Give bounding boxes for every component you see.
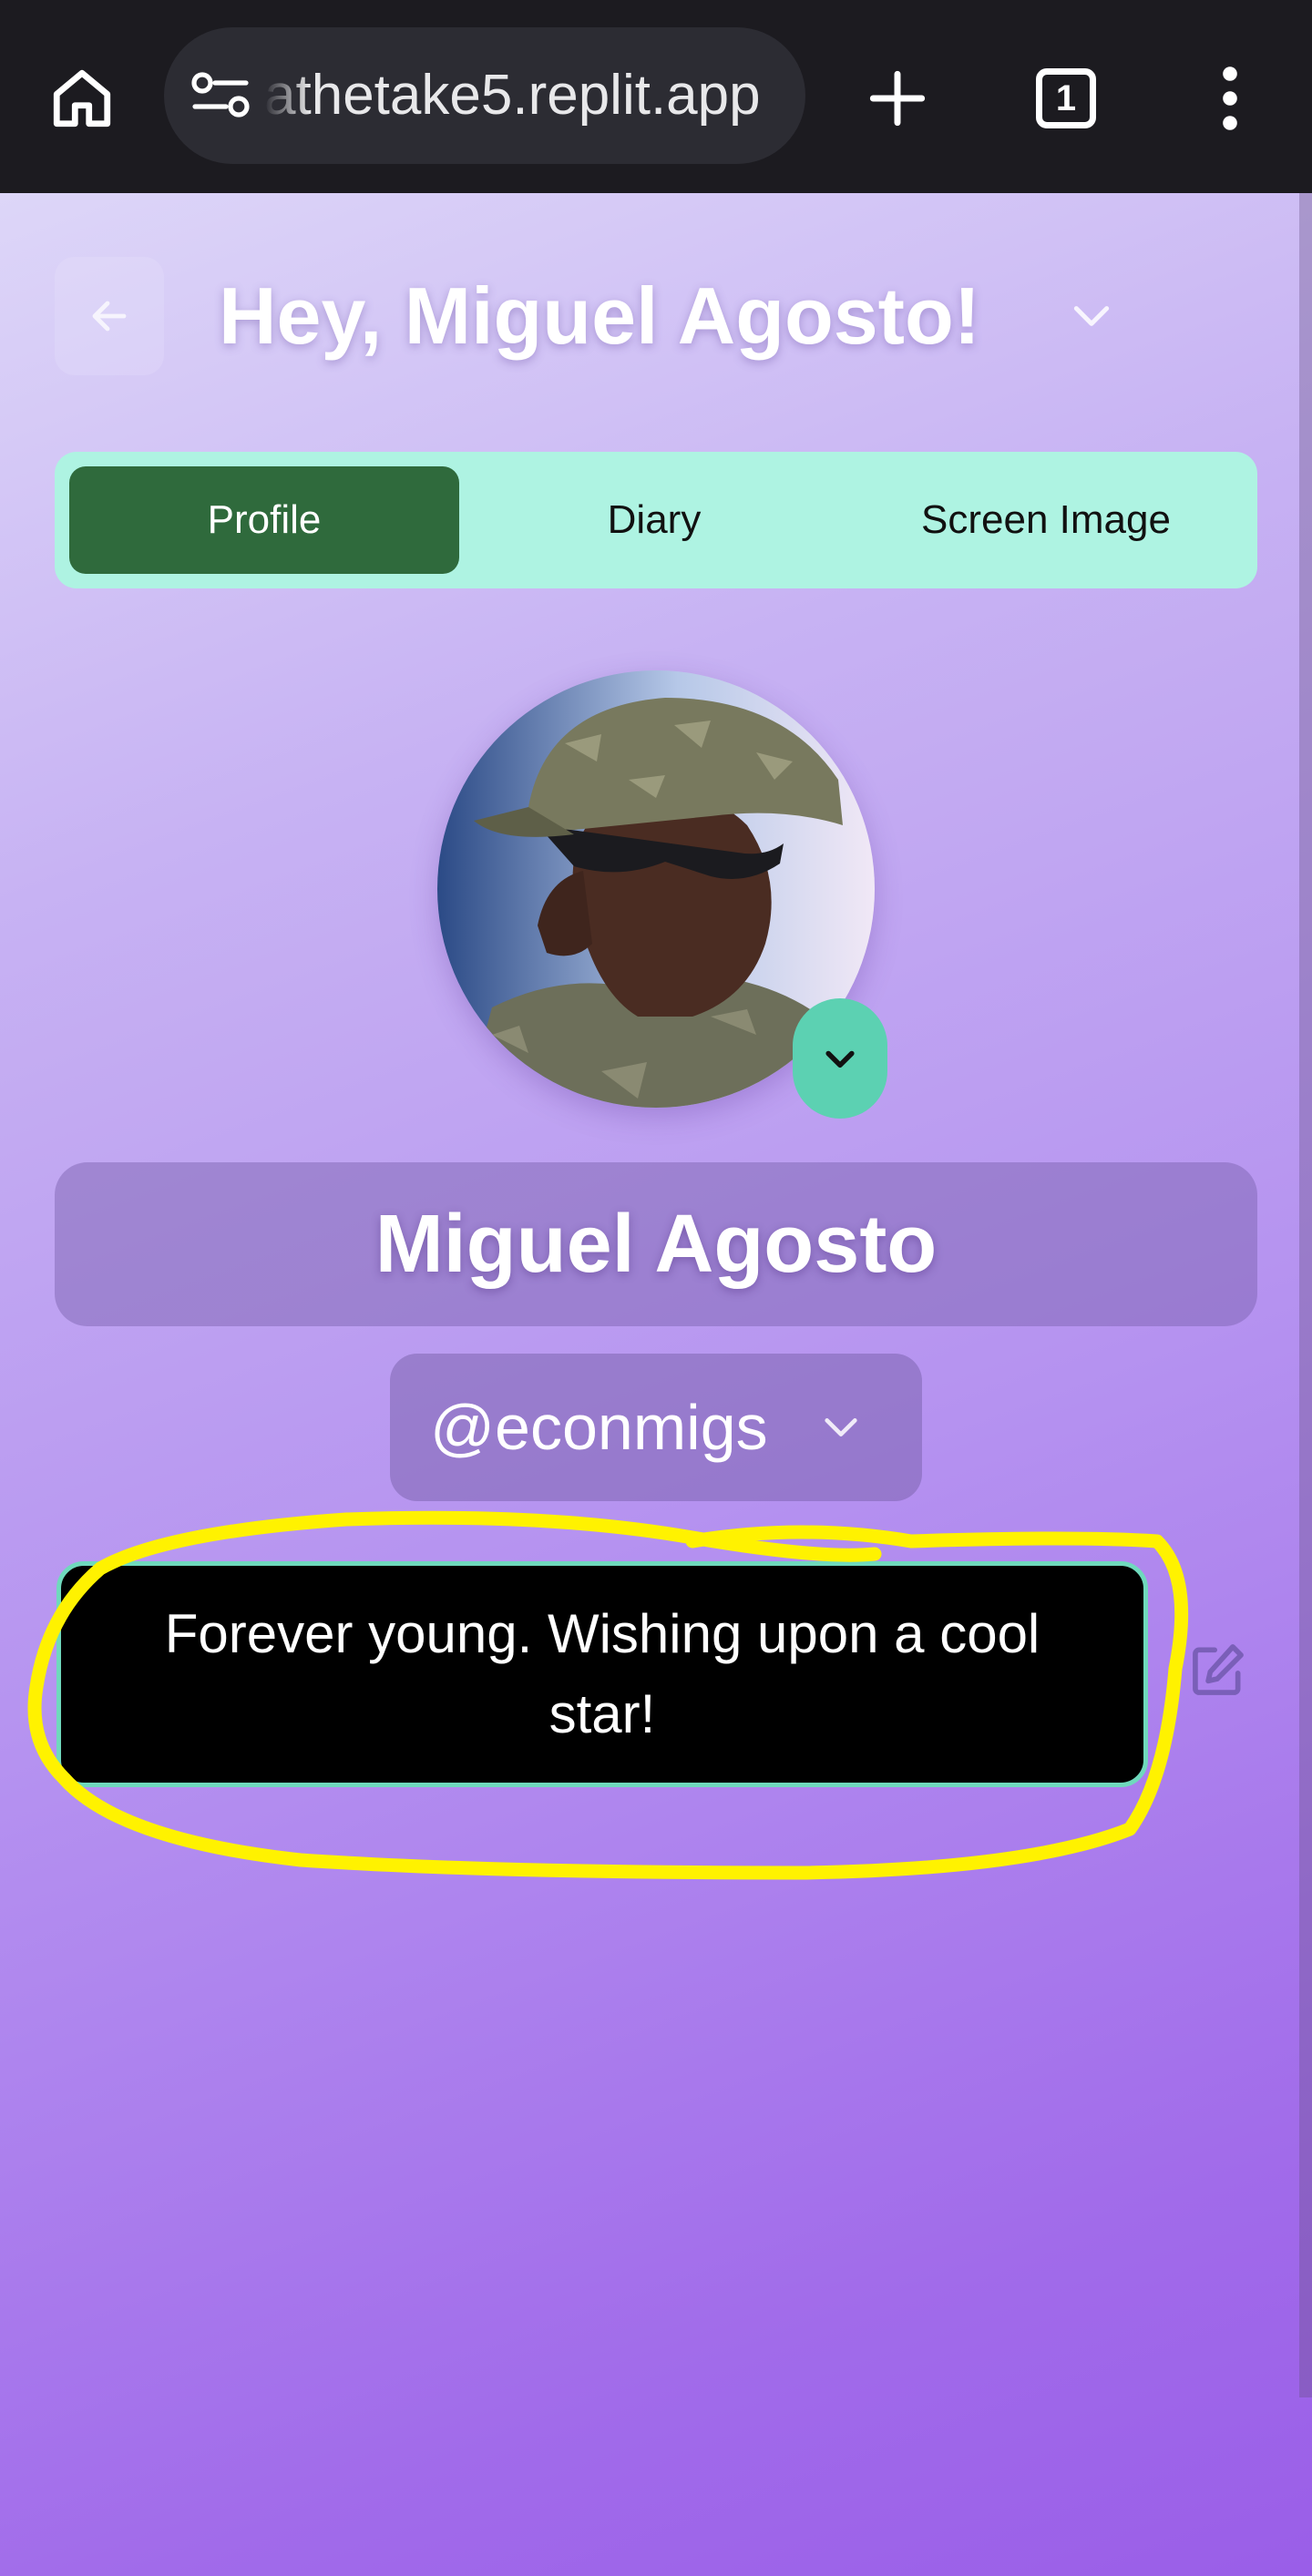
back-button[interactable] [55, 257, 164, 375]
browser-menu-button[interactable] [1194, 51, 1266, 146]
page-scrollbar[interactable] [1299, 193, 1312, 2397]
tab-diary[interactable]: Diary [459, 466, 849, 574]
tab-profile[interactable]: Profile [69, 466, 459, 574]
username-handle: @econmigs [430, 1392, 768, 1463]
tab-switcher-button[interactable]: 1 [1020, 51, 1112, 146]
arrow-left-icon [92, 301, 127, 332]
bio-text: Forever young. Wishing upon a cool star! [56, 1561, 1148, 1787]
kebab-menu-icon [1223, 66, 1237, 130]
avatar-menu-button[interactable] [793, 998, 887, 1119]
browser-toolbar: athetake5.replit.app 1 [0, 0, 1312, 193]
profile-page: Hey, Miguel Agosto! Profile Diary Screen… [0, 193, 1312, 2576]
page-header: Hey, Miguel Agosto! [0, 248, 1312, 394]
tab-bar: Profile Diary Screen Image [55, 452, 1257, 588]
chevron-down-icon [825, 1418, 857, 1436]
home-button[interactable] [36, 60, 128, 137]
url-text[interactable]: athetake5.replit.app [264, 27, 761, 164]
handle-selector[interactable]: @econmigs [390, 1354, 922, 1501]
display-name: Miguel Agosto [55, 1162, 1257, 1326]
tab-screen-image[interactable]: Screen Image [849, 466, 1243, 574]
avatar-container [437, 670, 887, 1119]
plus-icon [869, 70, 926, 127]
edit-icon[interactable] [1186, 1640, 1248, 1702]
chevron-down-icon[interactable] [1066, 293, 1117, 339]
address-bar[interactable]: athetake5.replit.app [164, 27, 805, 164]
home-icon [53, 69, 111, 128]
site-info-icon[interactable] [191, 68, 250, 123]
new-tab-button[interactable] [847, 51, 948, 146]
page-title: Hey, Miguel Agosto! [219, 271, 980, 361]
chevron-down-icon [825, 1050, 855, 1068]
tab-count: 1 [1036, 68, 1096, 128]
